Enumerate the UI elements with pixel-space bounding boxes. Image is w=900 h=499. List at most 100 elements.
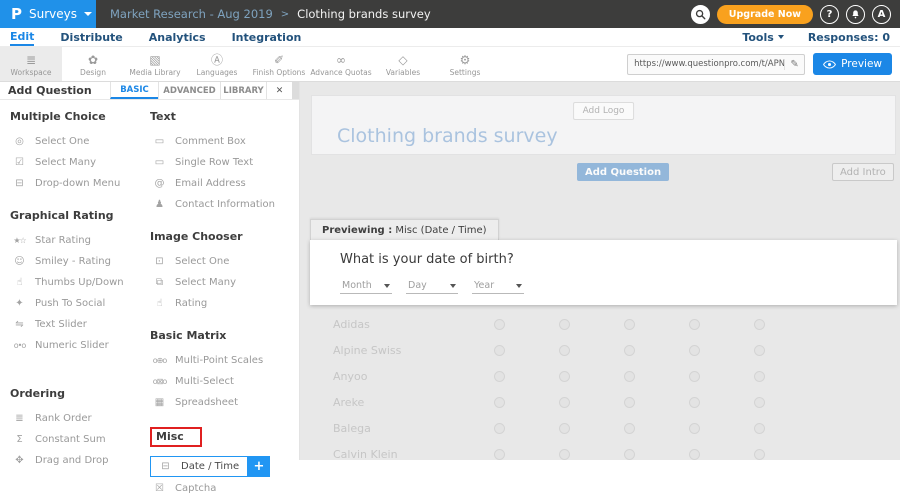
date-select-day[interactable]: Day <box>406 280 458 294</box>
matrix-radio[interactable] <box>689 345 700 356</box>
tools-menu[interactable]: Tools <box>742 31 783 44</box>
chevron-down-icon <box>384 284 390 288</box>
toolbar-item-finish-options[interactable]: ✐Finish Options <box>248 47 310 81</box>
toolbar-item-label: Finish Options <box>253 68 306 77</box>
panel-item-rank-order[interactable]: ≣Rank Order <box>10 408 148 429</box>
matrix-radio[interactable] <box>494 449 505 460</box>
nav-tab-integration[interactable]: Integration <box>232 28 302 46</box>
panel-item-date-time[interactable]: ⊟Date / Time <box>150 456 248 477</box>
panel-item-single-row-text[interactable]: ▭Single Row Text <box>150 152 298 173</box>
panel-tab-basic[interactable]: BASIC <box>110 82 158 99</box>
panel-item-drop-down-menu[interactable]: ⊟Drop-down Menu <box>10 173 148 194</box>
add-logo-button[interactable]: Add Logo <box>573 102 635 120</box>
matrix-radio[interactable] <box>754 397 765 408</box>
responses-count[interactable]: Responses: 0 <box>808 31 890 44</box>
toolbar-item-design[interactable]: ✿Design <box>62 47 124 81</box>
matrix-radio[interactable] <box>494 319 505 330</box>
nav-tab-edit[interactable]: Edit <box>10 28 34 46</box>
matrix-radio[interactable] <box>754 423 765 434</box>
matrix-radio[interactable] <box>494 371 505 382</box>
panel-item-select-many[interactable]: ⧉Select Many <box>150 272 298 293</box>
toolbar-item-media-library[interactable]: ▧Media Library <box>124 47 186 81</box>
matrix-radio[interactable] <box>689 449 700 460</box>
notifications-button[interactable] <box>846 5 865 24</box>
drop-down-menu-icon: ⊟ <box>10 178 29 189</box>
app-logo-block[interactable]: P Surveys <box>0 0 96 28</box>
panel-item-thumbs-up-down[interactable]: ☝Thumbs Up/Down <box>10 272 148 293</box>
panel-item-select-one[interactable]: ⊡Select One <box>150 251 298 272</box>
matrix-radio[interactable] <box>689 423 700 434</box>
matrix-radio[interactable] <box>494 397 505 408</box>
panel-item-text-slider[interactable]: ⇋Text Slider <box>10 314 148 335</box>
date-select-year[interactable]: Year <box>472 280 524 294</box>
toolbar-item-advance-quotas[interactable]: ∞Advance Quotas <box>310 47 372 81</box>
matrix-radio[interactable] <box>754 345 765 356</box>
add-question-button[interactable]: Add Question <box>577 163 669 181</box>
panel-item-select-one[interactable]: ◎Select One <box>10 131 148 152</box>
matrix-radio[interactable] <box>559 397 570 408</box>
panel-item-multi-point-scales[interactable]: o⊕oMulti-Point Scales <box>150 350 298 371</box>
help-button[interactable]: ? <box>820 5 839 24</box>
matrix-radio[interactable] <box>624 319 635 330</box>
question-mark-icon: ? <box>827 9 833 20</box>
preview-button[interactable]: Preview <box>813 53 892 75</box>
breadcrumb-parent[interactable]: Market Research - Aug 2019 <box>110 7 273 21</box>
panel-item-email-address[interactable]: @Email Address <box>150 173 298 194</box>
panel-item-captcha[interactable]: ☒Captcha <box>150 478 298 499</box>
matrix-radio[interactable] <box>494 423 505 434</box>
search-button[interactable] <box>691 5 710 24</box>
panel-item-smiley-rating[interactable]: ☺Smiley - Rating <box>10 251 148 272</box>
panel-item-comment-box[interactable]: ▭Comment Box <box>150 131 298 152</box>
survey-url-box[interactable]: https://www.questionpro.com/t/APNrfZ ✎ <box>627 54 805 75</box>
panel-item-star-rating[interactable]: ★☆Star Rating <box>10 230 148 251</box>
question-preview-card: Previewing : Misc (Date / Time) What is … <box>310 218 897 305</box>
panel-item-multi-select[interactable]: o⊠oMulti-Select <box>150 371 298 392</box>
matrix-radio[interactable] <box>624 345 635 356</box>
nav-tab-analytics[interactable]: Analytics <box>149 28 206 46</box>
panel-item-drag-and-drop[interactable]: ✥Drag and Drop <box>10 450 148 471</box>
date-select-month[interactable]: Month <box>340 280 392 294</box>
toolbar-item-settings[interactable]: ⚙Settings <box>434 47 496 81</box>
matrix-cell <box>597 371 662 382</box>
panel-item-rating[interactable]: ☝Rating <box>150 293 298 314</box>
panel-item-numeric-slider[interactable]: o•oNumeric Slider <box>10 335 148 356</box>
panel-item-select-many[interactable]: ☑Select Many <box>10 152 148 173</box>
matrix-radio[interactable] <box>624 449 635 460</box>
nav-tab-distribute[interactable]: Distribute <box>60 28 122 46</box>
matrix-radio[interactable] <box>559 371 570 382</box>
panel-item-spreadsheet[interactable]: ▦Spreadsheet <box>150 392 298 413</box>
matrix-radio[interactable] <box>689 397 700 408</box>
matrix-radio[interactable] <box>559 319 570 330</box>
toolbar-item-languages[interactable]: ⒶLanguages <box>186 47 248 81</box>
close-icon[interactable]: ✕ <box>266 82 292 99</box>
panel-tab-advanced[interactable]: ADVANCED <box>158 82 220 99</box>
matrix-radio[interactable] <box>559 423 570 434</box>
matrix-radio[interactable] <box>559 449 570 460</box>
matrix-radio[interactable] <box>754 319 765 330</box>
matrix-radio[interactable] <box>754 371 765 382</box>
matrix-radio[interactable] <box>624 371 635 382</box>
matrix-cell <box>597 319 662 330</box>
upgrade-now-button[interactable]: Upgrade Now <box>717 5 813 24</box>
matrix-radio[interactable] <box>624 423 635 434</box>
matrix-radio[interactable] <box>624 397 635 408</box>
panel-item-contact-information[interactable]: ♟Contact Information <box>150 194 298 215</box>
matrix-radio[interactable] <box>494 345 505 356</box>
edit-pencil-icon[interactable]: ✎ <box>784 59 804 70</box>
matrix-radio[interactable] <box>754 449 765 460</box>
avatar[interactable]: A <box>872 5 891 24</box>
add-question-type-button[interactable]: + <box>248 456 270 477</box>
matrix-radio[interactable] <box>689 319 700 330</box>
matrix-radio[interactable] <box>559 345 570 356</box>
panel-tab-library[interactable]: LIBRARY <box>220 82 266 99</box>
primary-nav: Edit Distribute Analytics Integration Tools… <box>0 28 900 47</box>
matrix-radio[interactable] <box>689 371 700 382</box>
survey-canvas: Add Logo Clothing brands survey Add Ques… <box>300 82 900 460</box>
toolbar-item-workspace[interactable]: ≣Workspace <box>0 47 62 81</box>
panel-item-push-to-social[interactable]: ✦Push To Social <box>10 293 148 314</box>
toolbar-item-variables[interactable]: ◇Variables <box>372 47 434 81</box>
matrix-row: Adidas <box>300 311 900 337</box>
section-text: Text▭Comment Box▭Single Row Text@Email A… <box>150 110 298 215</box>
panel-item-constant-sum[interactable]: ΣConstant Sum <box>10 429 148 450</box>
add-intro-button[interactable]: Add Intro <box>832 163 894 181</box>
